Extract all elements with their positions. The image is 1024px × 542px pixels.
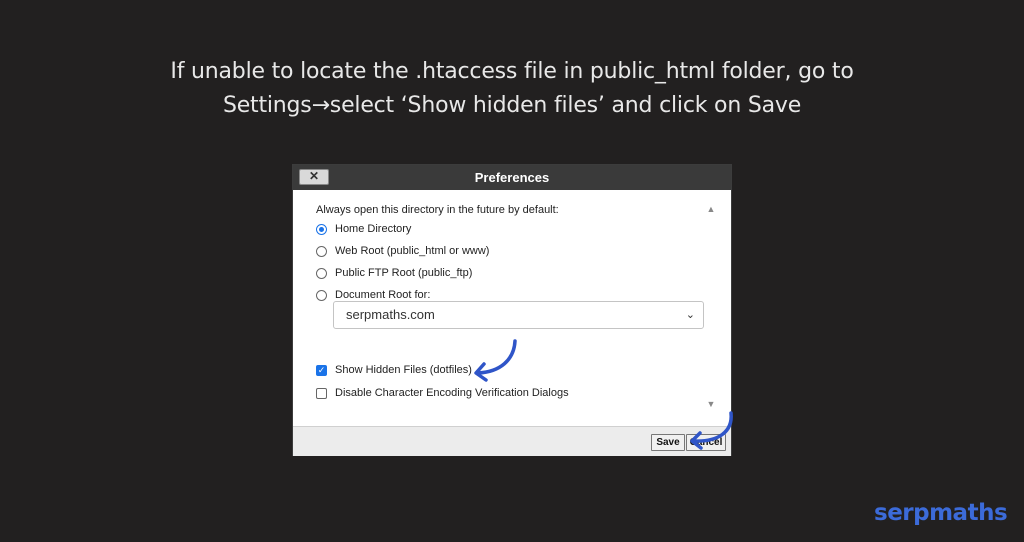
serpmaths-logo: serpmaths: [874, 500, 1008, 526]
logo-text: serpmaths: [874, 500, 1008, 526]
annotation-arrows: [474, 339, 733, 450]
arrow-to-save-button-icon: [690, 411, 733, 450]
arrow-to-hidden-files-icon: [474, 339, 517, 382]
